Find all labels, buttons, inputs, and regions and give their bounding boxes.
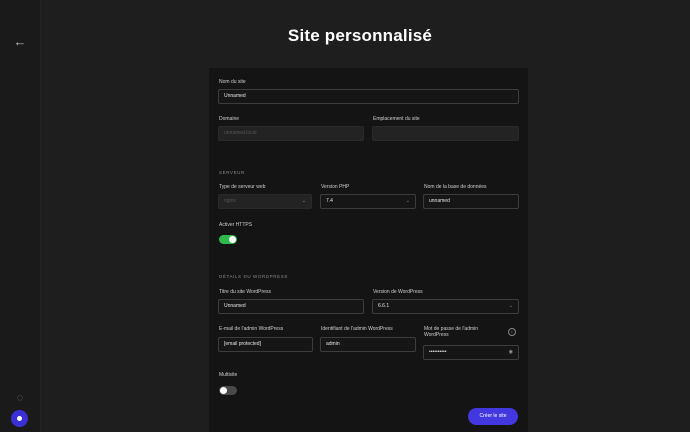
domain-label: Domaine — [219, 116, 240, 122]
chevron-down-icon: ⌄ — [405, 198, 410, 204]
php-version-value: 7.4 — [326, 198, 333, 204]
wordpress-section-heading: Détails du WordPress — [219, 274, 288, 279]
site-name-input[interactable]: Unnamed — [218, 89, 519, 104]
multisite-toggle[interactable] — [219, 386, 237, 395]
multisite-label: Multisite — [219, 372, 238, 378]
admin-email-input[interactable]: [email protected] — [218, 337, 313, 352]
admin-password-value: •••••••••• — [429, 349, 447, 355]
web-server-select[interactable]: nginx ⌄ — [218, 194, 312, 209]
db-name-value: unnamed — [429, 198, 450, 204]
admin-user-label: Identifiant de l'admin WordPress — [321, 326, 393, 332]
info-icon[interactable]: i — [508, 328, 516, 336]
toggle-knob — [229, 236, 236, 243]
domain-input[interactable]: unnamed.local — [218, 126, 364, 141]
php-version-select[interactable]: 7.4 ⌄ — [320, 194, 416, 209]
wp-version-value: 6.6.1 — [378, 303, 390, 309]
chevron-down-icon: ⌄ — [508, 303, 513, 309]
admin-email-value: [email protected] — [224, 341, 261, 347]
question-circle-icon[interactable]: ◌ — [13, 391, 27, 405]
domain-value: unnamed.local — [224, 130, 257, 136]
admin-password-label: Mot de passe de l'admin WordPress — [424, 326, 479, 338]
https-label: Activer HTTPS — [219, 222, 253, 228]
admin-user-input[interactable]: admin — [320, 337, 416, 352]
arrow-left-icon[interactable]: ← — [12, 34, 28, 50]
user-avatar-icon[interactable] — [11, 410, 28, 427]
chevron-down-icon: ⌄ — [301, 198, 306, 204]
php-version-label: Version PHP — [321, 184, 350, 190]
web-server-label: Type de serveur web — [219, 184, 266, 190]
sidebar: ← ◌ — [0, 0, 41, 432]
admin-password-input[interactable]: •••••••••• ◉ — [423, 345, 519, 360]
wp-title-value: Unnamed — [224, 303, 246, 309]
site-name-label: Nom du site — [219, 79, 246, 85]
db-name-input[interactable]: unnamed — [423, 194, 519, 209]
wp-title-label: Titre du site WordPress — [219, 289, 271, 295]
admin-email-label: E-mail de l'admin WordPress — [219, 326, 284, 332]
eye-icon[interactable]: ◉ — [509, 346, 513, 359]
site-name-value: Unnamed — [224, 93, 246, 99]
admin-user-value: admin — [326, 341, 340, 347]
site-path-label: Emplacement du site — [373, 116, 420, 122]
site-path-input[interactable] — [372, 126, 519, 141]
create-site-button[interactable]: Créer le site — [468, 408, 518, 425]
toggle-knob — [220, 387, 227, 394]
page-title: Site personnalisé — [287, 26, 433, 45]
environment-section-heading: Serveur — [219, 170, 245, 175]
db-name-label: Nom de la base de données — [424, 184, 487, 190]
wp-title-input[interactable]: Unnamed — [218, 299, 364, 314]
form-card — [209, 68, 528, 432]
https-toggle[interactable] — [219, 235, 237, 244]
wp-version-label: Version de WordPress — [373, 289, 423, 295]
wp-version-select[interactable]: 6.6.1 ⌄ — [372, 299, 519, 314]
web-server-value: nginx — [224, 198, 236, 204]
